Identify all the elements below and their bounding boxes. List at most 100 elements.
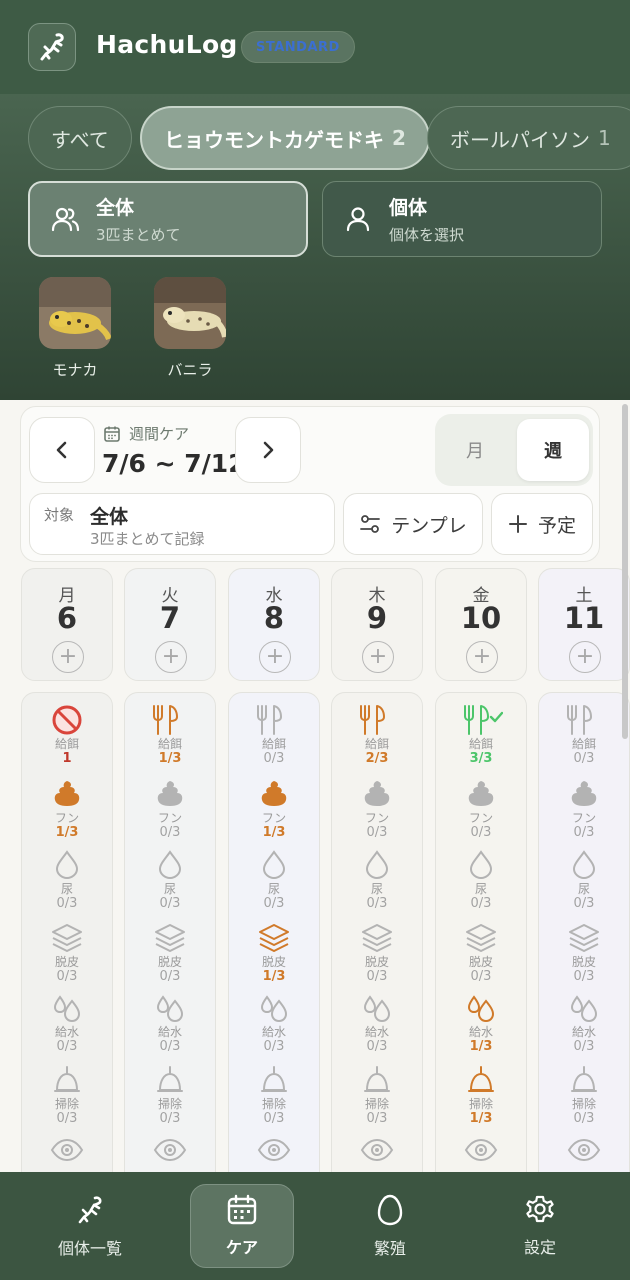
task-feed[interactable]: 給餌 1/3: [125, 703, 215, 766]
add-record-button[interactable]: +: [259, 641, 291, 673]
pet-avatar-monaka[interactable]: モナカ: [39, 277, 111, 380]
task-feed[interactable]: 給餌 0/3: [229, 703, 319, 766]
task-label: フン: [364, 811, 390, 825]
poop-icon: [54, 781, 80, 806]
task-observe[interactable]: [125, 1133, 215, 1167]
poop-icon: [261, 781, 287, 806]
task-water[interactable]: 給水 0/3: [539, 991, 629, 1054]
task-urine[interactable]: 尿 0/3: [332, 848, 422, 911]
poop-icon: [364, 781, 390, 806]
task-poop[interactable]: フン 1/3: [22, 777, 112, 840]
task-label: 脱皮: [468, 955, 493, 969]
nav-settings[interactable]: 設定: [488, 1184, 592, 1268]
template-button[interactable]: テンプレ: [343, 493, 483, 555]
task-water[interactable]: 給水 0/3: [125, 991, 215, 1054]
task-observe[interactable]: [436, 1133, 526, 1167]
add-record-button[interactable]: +: [362, 641, 394, 673]
task-urine[interactable]: 尿 0/3: [539, 848, 629, 911]
fork-knife-icon: [360, 705, 385, 735]
task-icon: [436, 848, 526, 882]
task-clean[interactable]: 掃除 0/3: [125, 1063, 215, 1126]
task-value: 0/3: [573, 751, 595, 766]
day-header[interactable]: 金 10 +: [435, 568, 527, 681]
care-content[interactable]: 週間ケア 7/6 ~ 7/12 月 週 対象 全体 3匹まとめて記録 テンプレ: [0, 400, 630, 1172]
task-clean[interactable]: 掃除 1/3: [436, 1063, 526, 1126]
task-poop[interactable]: フン 0/3: [436, 777, 526, 840]
nav-individuals[interactable]: 個体一覧: [38, 1184, 142, 1268]
task-water[interactable]: 給水 0/3: [332, 991, 422, 1054]
fork-knife-icon: [567, 705, 592, 735]
scrollbar[interactable]: [622, 404, 628, 739]
day-header[interactable]: 土 11 +: [538, 568, 630, 681]
task-water[interactable]: 給水 1/3: [436, 991, 526, 1054]
task-icon: [22, 1063, 112, 1097]
nav-breeding[interactable]: 繁殖: [338, 1184, 442, 1268]
task-feed[interactable]: 給餌 1: [22, 703, 112, 766]
task-icon: [436, 777, 526, 811]
day-number: 11: [563, 601, 605, 635]
day-header[interactable]: 火 7 +: [124, 568, 216, 681]
task-shed[interactable]: 脱皮 0/3: [436, 921, 526, 984]
task-urine[interactable]: 尿 0/3: [22, 848, 112, 911]
task-label: 給水: [261, 1025, 286, 1039]
next-week-button[interactable]: [235, 417, 301, 483]
add-record-button[interactable]: +: [52, 641, 84, 673]
app-header: HachuLog STANDARD: [0, 0, 630, 94]
task-observe[interactable]: [229, 1133, 319, 1167]
task-poop[interactable]: フン 1/3: [229, 777, 319, 840]
task-icon: [229, 703, 319, 737]
day-header[interactable]: 水 8 +: [228, 568, 320, 681]
day-header[interactable]: 月 6 +: [21, 568, 113, 681]
fork-knife-icon: [257, 705, 282, 735]
task-clean[interactable]: 掃除 0/3: [22, 1063, 112, 1126]
task-clean[interactable]: 掃除 0/3: [539, 1063, 629, 1126]
chip-ball-python[interactable]: ボールパイソン 1: [427, 106, 630, 170]
add-plan-button[interactable]: 予定: [491, 493, 593, 555]
add-record-button[interactable]: +: [155, 641, 187, 673]
target-selector[interactable]: 対象 全体 3匹まとめて記録: [29, 493, 335, 555]
task-label: 脱皮: [261, 955, 286, 969]
pet-avatar-vanilla[interactable]: バニラ: [154, 277, 226, 380]
task-observe[interactable]: [539, 1133, 629, 1167]
mode-individual-card[interactable]: 個体 個体を選択: [322, 181, 602, 257]
day-number: 7: [159, 601, 181, 635]
day-header[interactable]: 木 9 +: [331, 568, 423, 681]
add-record-button[interactable]: +: [466, 641, 498, 673]
task-value: 0/3: [159, 1111, 181, 1126]
task-urine[interactable]: 尿 0/3: [125, 848, 215, 911]
task-label: 脱皮: [364, 955, 389, 969]
task-poop[interactable]: フン 0/3: [332, 777, 422, 840]
task-icon: [332, 777, 422, 811]
task-shed[interactable]: 脱皮 0/3: [125, 921, 215, 984]
task-observe[interactable]: [22, 1133, 112, 1167]
chip-all[interactable]: すべて: [28, 106, 132, 170]
task-icon: [125, 777, 215, 811]
task-clean[interactable]: 掃除 0/3: [229, 1063, 319, 1126]
prev-week-button[interactable]: [29, 417, 95, 483]
task-feed[interactable]: 給餌 3/3: [436, 703, 526, 766]
view-week-button[interactable]: 週: [517, 419, 589, 481]
task-clean[interactable]: 掃除 0/3: [332, 1063, 422, 1126]
task-observe[interactable]: [332, 1133, 422, 1167]
plus-icon: [508, 515, 527, 533]
task-urine[interactable]: 尿 0/3: [436, 848, 526, 911]
task-feed[interactable]: 給餌 0/3: [539, 703, 629, 766]
mode-all-card[interactable]: 全体 3匹まとめて: [28, 181, 308, 257]
view-month-button[interactable]: 月: [439, 419, 511, 481]
chip-leopard-gecko[interactable]: ヒョウモントカゲモドキ 2: [140, 106, 430, 170]
task-feed[interactable]: 給餌 2/3: [332, 703, 422, 766]
task-water[interactable]: 給水 0/3: [22, 991, 112, 1054]
task-poop[interactable]: フン 0/3: [125, 777, 215, 840]
task-label: 脱皮: [157, 955, 182, 969]
task-shed[interactable]: 脱皮 0/3: [539, 921, 629, 984]
add-record-button[interactable]: +: [569, 641, 601, 673]
task-shed[interactable]: 脱皮 0/3: [22, 921, 112, 984]
task-shed[interactable]: 脱皮 1/3: [229, 921, 319, 984]
task-poop[interactable]: フン 0/3: [539, 777, 629, 840]
task-water[interactable]: 給水 0/3: [229, 991, 319, 1054]
task-urine[interactable]: 尿 0/3: [229, 848, 319, 911]
nav-care[interactable]: ケア: [190, 1184, 294, 1268]
task-shed[interactable]: 脱皮 0/3: [332, 921, 422, 984]
layers-icon: [155, 924, 185, 952]
task-icon: [539, 921, 629, 955]
